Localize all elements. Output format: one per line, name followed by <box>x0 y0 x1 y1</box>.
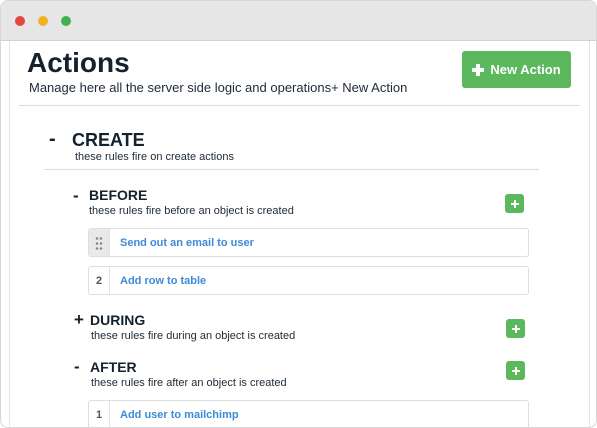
plus-icon <box>510 199 519 208</box>
new-action-button[interactable]: New Action <box>462 51 571 88</box>
window-titlebar <box>1 1 596 41</box>
during-expand-toggle[interactable]: + <box>74 310 84 330</box>
close-window-button[interactable] <box>15 16 25 26</box>
rule-label[interactable]: Send out an email to user <box>110 229 254 256</box>
plus-icon <box>472 63 485 76</box>
rule-row[interactable]: 1 Add user to mailchimp <box>88 400 529 427</box>
drag-grip-icon <box>95 235 103 250</box>
rule-order-number[interactable]: 2 <box>89 267 110 294</box>
minimize-window-button[interactable] <box>38 16 48 26</box>
plus-icon <box>511 366 520 375</box>
before-section-title: BEFORE <box>89 187 148 203</box>
rule-order-number[interactable]: 1 <box>89 401 110 427</box>
page-title: Actions <box>27 47 130 78</box>
plus-icon <box>511 324 520 333</box>
add-after-rule-button[interactable] <box>506 361 525 380</box>
after-collapse-toggle[interactable]: - <box>74 357 80 377</box>
maximize-window-button[interactable] <box>61 16 71 26</box>
page-subtitle: Manage here all the server side logic an… <box>29 80 408 95</box>
add-during-rule-button[interactable] <box>506 319 525 338</box>
after-section-title: AFTER <box>90 359 137 375</box>
actions-panel: Actions Manage here all the server side … <box>9 41 590 427</box>
create-collapse-toggle[interactable]: - <box>49 128 56 151</box>
rule-row[interactable]: 2 Add row to table <box>88 266 529 295</box>
during-section-title: DURING <box>90 312 146 328</box>
rule-label[interactable]: Add user to mailchimp <box>110 401 239 427</box>
header-divider <box>19 105 580 106</box>
create-section-description: these rules fire on create actions <box>75 151 234 163</box>
before-section-description: these rules fire before an object is cre… <box>89 205 294 217</box>
before-collapse-toggle[interactable]: - <box>73 186 79 206</box>
create-section-title: CREATE <box>72 130 145 150</box>
add-before-rule-button[interactable] <box>505 194 524 213</box>
after-section-description: these rules fire after an object is crea… <box>91 377 287 389</box>
rule-row[interactable]: Send out an email to user <box>88 228 529 257</box>
rule-label[interactable]: Add row to table <box>110 267 206 294</box>
app-window: Actions Manage here all the server side … <box>0 0 597 428</box>
during-section-description: these rules fire during an object is cre… <box>91 330 296 342</box>
create-divider <box>44 169 539 170</box>
new-action-label: New Action <box>490 62 561 77</box>
drag-handle[interactable] <box>89 229 110 256</box>
